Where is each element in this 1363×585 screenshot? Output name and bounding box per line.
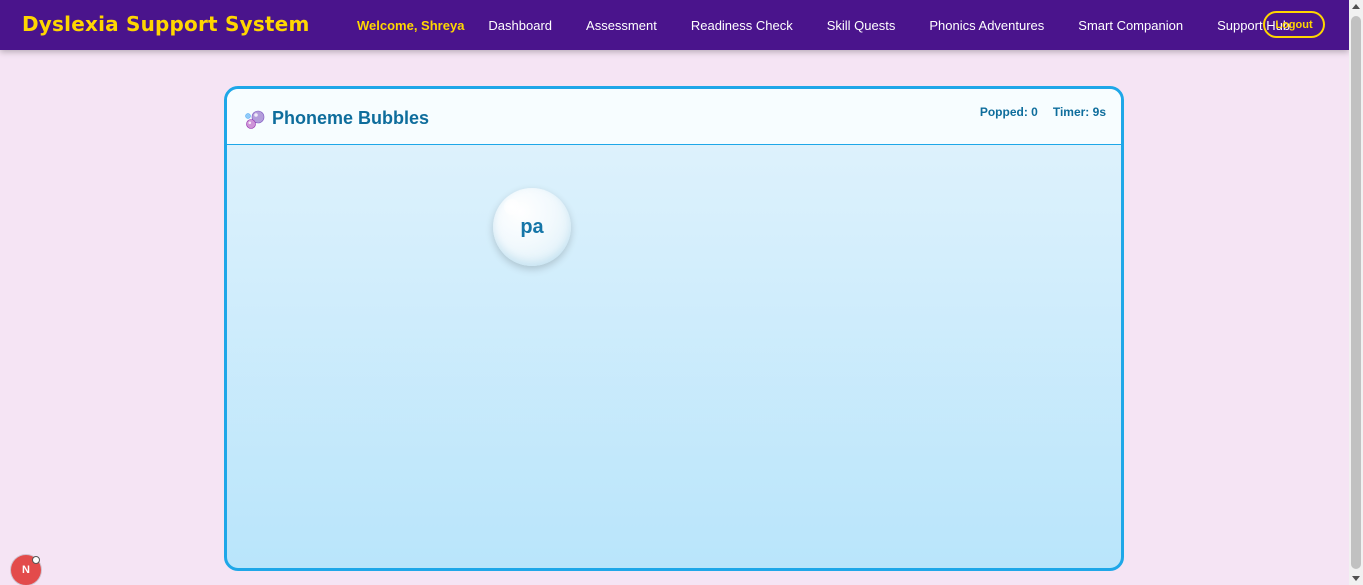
nav-menu: Welcome, Shreya Dashboard Assessment Rea… <box>357 0 1324 50</box>
popped-value: 0 <box>1031 105 1038 119</box>
popped-count: Popped: 0 <box>980 105 1038 119</box>
bubbles-icon <box>245 110 265 129</box>
welcome-text: Welcome, Shreya <box>357 17 465 33</box>
nav-dashboard[interactable]: Dashboard <box>488 18 552 33</box>
game-title: Phoneme Bubbles <box>272 108 430 128</box>
dev-tools-badge[interactable]: N <box>11 555 41 585</box>
scroll-up-arrow-icon[interactable] <box>1352 4 1360 9</box>
nav-smart-companion[interactable]: Smart Companion <box>1078 18 1183 33</box>
phoneme-bubble[interactable]: pa <box>493 188 571 266</box>
nav-assessment[interactable]: Assessment <box>586 18 657 33</box>
dev-badge-letter: N <box>22 564 30 576</box>
logout-button[interactable]: Logout <box>1263 11 1325 38</box>
game-stats: Popped: 0 Timer: 9s <box>965 105 1106 119</box>
game-header: Phoneme Bubbles Popped: 0 Timer: 9s <box>227 89 1121 145</box>
timer: Timer: 9s <box>1053 105 1106 119</box>
popped-label: Popped: <box>979 105 1032 119</box>
nav-skill-quests[interactable]: Skill Quests <box>827 18 896 33</box>
scroll-thumb[interactable] <box>1351 16 1361 569</box>
phoneme-bubbles-game: Phoneme Bubbles Popped: 0 Timer: 9s pa <box>224 86 1124 571</box>
bubble-shine <box>504 199 520 215</box>
dev-badge-dot-icon <box>32 556 40 564</box>
top-navbar: Dyslexia Support System Welcome, Shreya … <box>0 0 1349 50</box>
nav-readiness-check[interactable]: Readiness Check <box>691 18 793 33</box>
brand-title[interactable]: Dyslexia Support System <box>22 12 310 36</box>
timer-value: 9s <box>1092 105 1106 119</box>
bubble-phoneme: pa <box>520 215 544 238</box>
scroll-down-arrow-icon[interactable] <box>1352 576 1360 581</box>
page-scrollbar[interactable] <box>1349 0 1363 585</box>
timer-label: Timer: <box>1052 105 1093 119</box>
nav-phonics-adventures[interactable]: Phonics Adventures <box>929 18 1044 33</box>
